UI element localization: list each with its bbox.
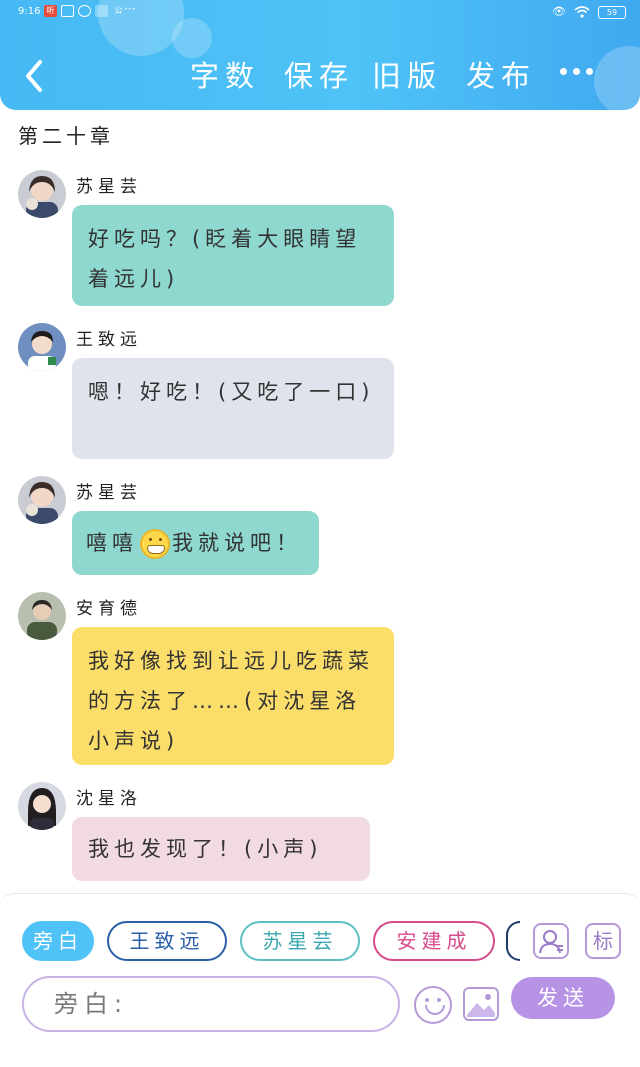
grinning-emoji-icon	[140, 529, 170, 559]
battery-indicator: 59	[598, 5, 626, 19]
dot	[573, 67, 580, 75]
app-icon	[95, 5, 108, 17]
chevron-left-icon	[26, 60, 42, 92]
message-bubble[interactable]: 嗯！好吃！(又吃了一口)	[72, 358, 394, 459]
avatar[interactable]	[18, 592, 66, 640]
role-manage-button[interactable]	[533, 923, 569, 959]
role-chip-an-jiancheng[interactable]: 安建成	[373, 921, 495, 961]
sender-name: 苏星芸	[76, 177, 142, 197]
composer-panel: 旁白 王致远 苏星芸 安建成 标 发送	[0, 893, 640, 1067]
role-chip-su-xingyun[interactable]: 苏星芸	[240, 921, 360, 961]
message-bubble[interactable]: 我也发现了！(小声)	[72, 817, 370, 881]
word-count-button[interactable]: 字数	[190, 56, 260, 96]
role-chip-overflow[interactable]	[506, 921, 520, 961]
role-chip-narration[interactable]: 旁白	[22, 921, 94, 961]
back-button[interactable]	[20, 56, 50, 96]
app-icon	[61, 5, 74, 17]
save-button[interactable]: 保存	[284, 56, 354, 96]
wifi-icon	[574, 6, 590, 18]
tag-button[interactable]: 标	[585, 923, 621, 959]
emoji-icon[interactable]	[414, 986, 452, 1024]
message-input[interactable]	[22, 976, 400, 1032]
role-chip-wang-zhiyuan[interactable]: 王致远	[107, 921, 227, 961]
sender-name: 苏星芸	[76, 483, 142, 503]
status-app-icons: 听 公	[44, 5, 125, 17]
top-bar: 9:16 听 公 ··· 👁 59 字数 保存 旧版 发布	[0, 0, 640, 110]
publish-button[interactable]: 发布	[466, 56, 536, 96]
app-icon	[78, 5, 91, 17]
sender-name: 安育德	[76, 599, 142, 619]
status-time: 9:16	[18, 6, 41, 17]
message-bubble[interactable]: 好吃吗？(眨着大眼睛望着远儿)	[72, 205, 394, 306]
status-more-dots: ···	[124, 2, 136, 16]
eye-icon: 👁	[552, 5, 566, 18]
sender-name: 沈星洛	[76, 789, 142, 809]
person-icon	[539, 930, 563, 954]
message-text: 我就说吧！	[172, 531, 302, 555]
more-options-button[interactable]	[560, 56, 600, 86]
message-bubble[interactable]: 嘻嘻 我就说吧！	[72, 511, 319, 575]
message-text: 嘻嘻	[86, 531, 138, 555]
message-bubble[interactable]: 我好像找到让远儿吃蔬菜的方法了……(对沈星洛小声说)	[72, 627, 394, 765]
avatar[interactable]	[18, 476, 66, 524]
dot	[586, 67, 593, 75]
status-right: 👁 59	[552, 5, 626, 19]
image-icon[interactable]	[463, 987, 499, 1021]
app-icon: 听	[44, 5, 57, 17]
sender-name: 王致远	[76, 330, 142, 350]
old-version-button[interactable]: 旧版	[372, 56, 442, 96]
decor-bubble	[594, 46, 640, 110]
status-bar: 9:16 听 公 ··· 👁 59	[0, 0, 640, 26]
send-button[interactable]: 发送	[511, 977, 615, 1019]
avatar[interactable]	[18, 782, 66, 830]
avatar[interactable]	[18, 170, 66, 218]
chapter-title: 第二十章	[18, 124, 114, 148]
dot	[560, 67, 567, 75]
avatar[interactable]	[18, 323, 66, 371]
